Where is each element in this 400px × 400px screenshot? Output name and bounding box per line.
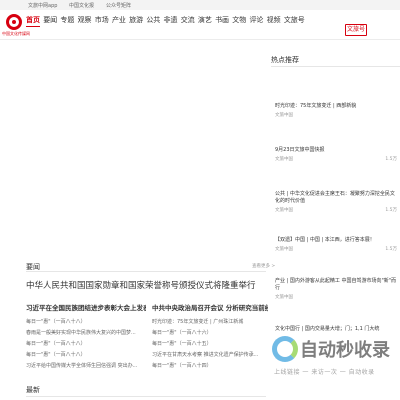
watermark: 自动秒收录 上线链接 一 来访一次 一 自动收录	[272, 334, 400, 380]
nav-item[interactable]: 公共	[146, 15, 160, 27]
nav-item[interactable]: 文旅号	[284, 15, 305, 27]
watermark-subtext: 上线链接 一 来访一次 一 自动收录	[274, 369, 375, 376]
sidebar-item-source: 文旅中国	[275, 208, 293, 213]
nav-item[interactable]: 评论	[249, 15, 263, 27]
news-line[interactable]: 每日一"惠"（一百八十八）	[26, 350, 146, 361]
watermark-text: 自动秒收录	[300, 340, 390, 361]
nav-item[interactable]: 产业	[112, 15, 126, 27]
news-line[interactable]: 每日一"惠"（一百八十八）	[26, 339, 146, 350]
sidebar-item-title[interactable]: 产业 | 国内外游客从此起精工 中国自驾游市场向"新"而行	[275, 278, 397, 292]
news-column-left: 习近平在全国民族团结进步表彰大会上发表... 每日一"惠"（一百八十八） 春雨是…	[26, 302, 146, 372]
main-nav: 首页 要闻 专题 观察 市场 产业 旅游 公共 非遗 交流 演艺 书画 文物 评论 视频 文旅号	[26, 15, 308, 27]
top-utility-bar: 文旅中网app 中国文化报 公众号矩阵	[0, 0, 400, 10]
logo-wordmark: 中国文化传媒网	[2, 31, 30, 36]
sidebar-item-views: 1.5万	[385, 157, 397, 162]
nav-item[interactable]: 专题	[60, 15, 74, 27]
nav-item[interactable]: 交流	[181, 15, 195, 27]
sidebar-item-title[interactable]: 【双遗】中国 | 中国 | 本江西，进行答本展！	[275, 237, 397, 244]
news-line[interactable]: 每日一"惠"（一百八十八）	[26, 317, 146, 328]
news-subheadline-left[interactable]: 习近平在全国民族团结进步表彰大会上发表...	[26, 302, 146, 312]
logo-mark-icon	[6, 14, 22, 30]
nav-item[interactable]: 市场	[95, 15, 109, 27]
topbar-link-newspaper[interactable]: 中国文化报	[69, 2, 94, 9]
nav-item[interactable]: 演艺	[198, 15, 212, 27]
nav-item[interactable]: 观察	[78, 15, 92, 27]
sidebar-item-source: 文旅中国	[275, 247, 293, 252]
sidebar-item-views: 1.5万	[385, 208, 397, 213]
sidebar-item[interactable]: 文化中国行 | 国内交易量大增；门；1,1 门大统	[275, 326, 397, 333]
divider	[26, 271, 266, 272]
banner-area	[26, 50, 266, 255]
news-headline[interactable]: 中华人民共和国国家勋章和国家荣誉称号颁授仪式将隆重举行	[26, 279, 266, 291]
sidebar-item-views: 1.5万	[385, 247, 397, 252]
nav-item[interactable]: 书画	[215, 15, 229, 27]
watermark-logo-icon	[272, 336, 298, 362]
news-column-right: 中共中央政治局召开会议 分析研究当前经济... 时光印迹：75年文旅变迁 | 广…	[152, 302, 268, 372]
latest-section-title: 最新	[26, 386, 40, 394]
sidebar-item-title[interactable]: 9月23日文旅中国快报	[275, 147, 397, 154]
nav-item[interactable]: 视频	[267, 15, 281, 27]
nav-item[interactable]: 非遗	[164, 15, 178, 27]
sidebar-item-title[interactable]: 文化中国行 | 国内交易量大增；门；1,1 门大统	[275, 326, 397, 333]
nav-item[interactable]: 首页	[26, 15, 40, 27]
sidebar-item-source: 文旅中国	[275, 113, 293, 118]
nav-item[interactable]: 要闻	[43, 15, 57, 27]
news-line[interactable]: 春雨是一般美好实现中华民族伟大复兴的中国梦...	[26, 328, 146, 339]
sidebar-item[interactable]: 公共 | 中华文化促进会主席王石：凝聚努力深挖全民文化的时代价值 文旅中国 1.5…	[275, 191, 397, 213]
news-line[interactable]: 时光印迹：75年文旅变迁 | 广州珠江新城	[152, 317, 268, 328]
sidebar-item-title[interactable]: 公共 | 中华文化促进会主席王石：凝聚努力深挖全民文化的时代价值	[275, 191, 397, 205]
news-more-link[interactable]: 查看更多 >	[252, 263, 275, 269]
nav-item[interactable]: 旅游	[129, 15, 143, 27]
sidebar-title: 热点推荐	[271, 55, 400, 67]
news-line[interactable]: 每日一"惠"（一百八十四）	[152, 361, 268, 372]
topbar-link-app[interactable]: 文旅中网app	[28, 2, 57, 9]
sidebar-item-title[interactable]: 时光印迹：75年文旅变迁 | 西部新貌	[275, 103, 397, 110]
sidebar-item-source: 文旅中国	[275, 157, 293, 162]
news-line[interactable]: 习近平给中国传媒大学全体师生回信强调 突出办...	[26, 361, 146, 372]
sidebar-item[interactable]: 产业 | 国内外游客从此起精工 中国自驾游市场向"新"而行 文旅中国	[275, 278, 397, 300]
sidebar-item[interactable]: 【双遗】中国 | 中国 | 本江西，进行答本展！ 文旅中国 1.5万	[275, 237, 397, 252]
topbar-link-accounts[interactable]: 公众号矩阵	[106, 2, 131, 9]
wenlvhao-button[interactable]: 文旅号	[345, 24, 367, 36]
sidebar-item[interactable]: 9月23日文旅中国快报 文旅中国 1.5万	[275, 147, 397, 162]
news-subheadline-right[interactable]: 中共中央政治局召开会议 分析研究当前经济...	[152, 302, 268, 312]
news-line[interactable]: 每日一"惠"（一百八十六）	[152, 328, 268, 339]
sidebar-item[interactable]: 时光印迹：75年文旅变迁 | 西部新貌 文旅中国	[275, 103, 397, 118]
news-line[interactable]: 每日一"惠"（一百八十五）	[152, 339, 268, 350]
nav-item[interactable]: 文物	[232, 15, 246, 27]
divider	[26, 396, 266, 397]
news-line[interactable]: 习近平在甘肃天水考察 推进文化遗产保护传承...	[152, 350, 268, 361]
sidebar-item-source: 文旅中国	[275, 295, 293, 300]
